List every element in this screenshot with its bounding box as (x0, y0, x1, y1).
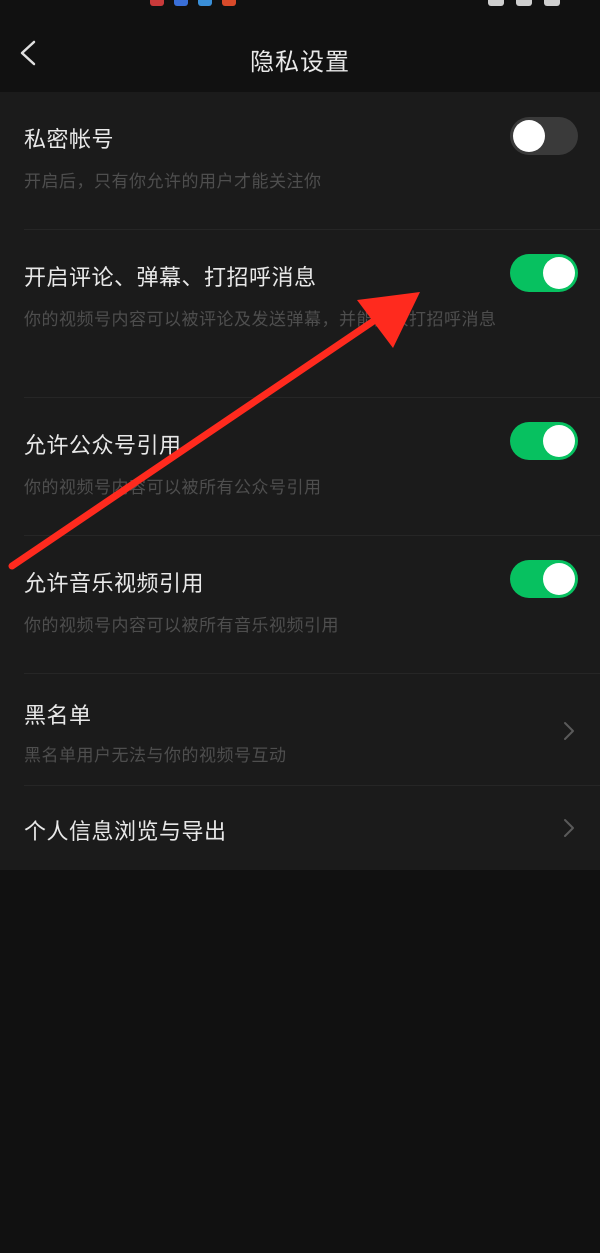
setting-title: 允许音乐视频引用 (24, 572, 205, 597)
setting-title: 允许公众号引用 (24, 434, 182, 459)
toggle-knob (543, 257, 575, 289)
status-notification-icons (150, 0, 236, 6)
setting-row-music-video-quote: 允许音乐视频引用 你的视频号内容可以被所有音乐视频引用 (0, 536, 600, 674)
setting-row-comments: 开启评论、弹幕、打招呼消息 你的视频号内容可以被评论及发送弹幕，并能接收打招呼消… (0, 230, 600, 398)
status-bar (0, 0, 600, 14)
setting-title: 开启评论、弹幕、打招呼消息 (24, 266, 317, 291)
chevron-right-icon (564, 819, 574, 837)
private-account-toggle[interactable] (510, 117, 578, 155)
official-account-quote-toggle[interactable] (510, 422, 578, 460)
setting-description: 开启后，只有你允许的用户才能关注你 (24, 172, 322, 192)
setting-title: 黑名单 (24, 704, 92, 729)
music-video-quote-toggle[interactable] (510, 560, 578, 598)
toggle-knob (513, 120, 545, 152)
comments-toggle[interactable] (510, 254, 578, 292)
chevron-right-icon (564, 722, 574, 740)
setting-description: 你的视频号内容可以被所有音乐视频引用 (24, 616, 339, 636)
toggle-knob (543, 563, 575, 595)
setting-row-blacklist[interactable]: 黑名单 黑名单用户无法与你的视频号互动 (0, 674, 600, 786)
setting-row-private-account: 私密帐号 开启后，只有你允许的用户才能关注你 (0, 92, 600, 230)
page-title: 隐私设置 (250, 48, 350, 76)
status-system-icons (488, 0, 560, 6)
toggle-knob (543, 425, 575, 457)
setting-row-personal-info-export[interactable]: 个人信息浏览与导出 (0, 786, 600, 870)
setting-description: 黑名单用户无法与你的视频号互动 (24, 746, 287, 766)
setting-description: 你的视频号内容可以被评论及发送弹幕，并能接收打招呼消息 (24, 310, 497, 330)
nav-bar: 隐私设置 (0, 14, 600, 92)
setting-description: 你的视频号内容可以被所有公众号引用 (24, 478, 322, 498)
setting-title: 个人信息浏览与导出 (24, 820, 227, 845)
settings-list: 私密帐号 开启后，只有你允许的用户才能关注你 开启评论、弹幕、打招呼消息 你的视… (0, 92, 600, 870)
setting-row-official-account-quote: 允许公众号引用 你的视频号内容可以被所有公众号引用 (0, 398, 600, 536)
setting-title: 私密帐号 (24, 128, 115, 153)
